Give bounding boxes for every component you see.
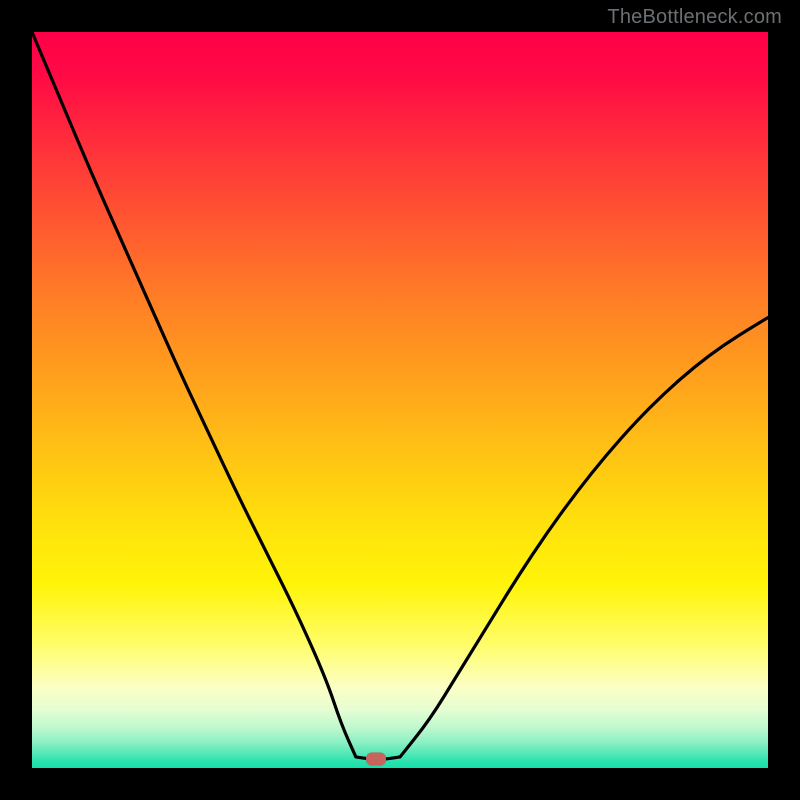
plot-area — [32, 32, 768, 768]
chart-frame: TheBottleneck.com — [0, 0, 800, 800]
minimum-point-marker — [366, 753, 386, 766]
watermark-text: TheBottleneck.com — [607, 6, 782, 29]
bottleneck-curve — [32, 32, 768, 768]
